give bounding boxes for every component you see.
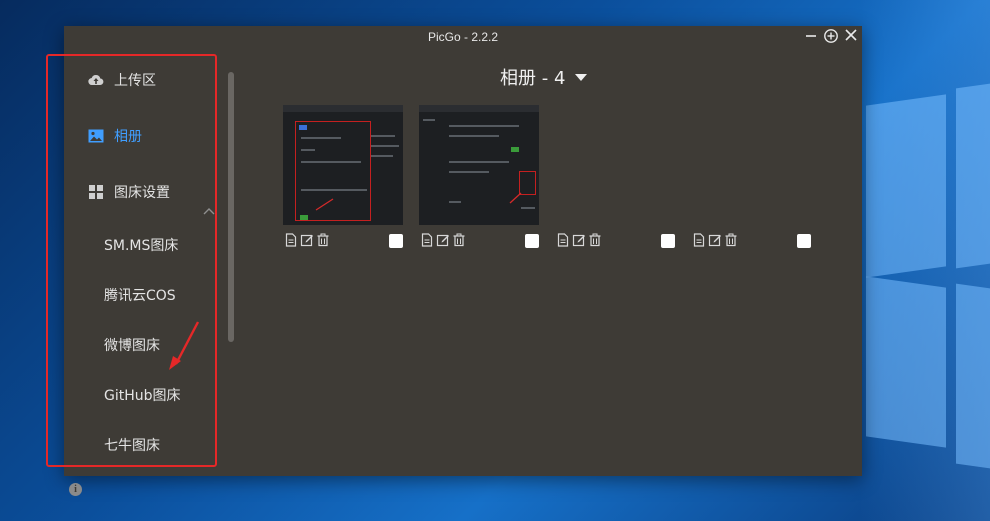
thumb-titlebar bbox=[419, 105, 539, 112]
item-checkbox[interactable] bbox=[797, 234, 811, 248]
info-icon[interactable]: i bbox=[69, 483, 82, 496]
item-checkbox[interactable] bbox=[661, 234, 675, 248]
thumb-line bbox=[449, 171, 489, 173]
thumb-badge bbox=[300, 215, 308, 220]
sidebar-item-label: 上传区 bbox=[114, 73, 156, 89]
sidebar-subitem-tencent-cos[interactable]: 腾讯云COS bbox=[104, 285, 176, 305]
grid-icon bbox=[88, 184, 104, 200]
thumb-line bbox=[301, 161, 361, 163]
sidebar-item-picbed-settings[interactable]: 图床设置 bbox=[88, 182, 170, 202]
desktop-logo-pane bbox=[866, 276, 946, 448]
item-actions bbox=[692, 233, 738, 247]
item-actions bbox=[420, 233, 466, 247]
document-icon[interactable] bbox=[420, 233, 434, 247]
item-actions bbox=[556, 233, 602, 247]
thumb-line bbox=[301, 149, 315, 151]
gallery-thumbnail[interactable] bbox=[419, 105, 539, 225]
desktop-logo-pane bbox=[956, 283, 990, 469]
maximize-button[interactable] bbox=[822, 28, 840, 46]
minimize-icon bbox=[806, 35, 816, 37]
thumb-titlebar bbox=[283, 105, 403, 112]
minimize-button[interactable] bbox=[802, 28, 820, 46]
close-icon bbox=[845, 29, 857, 41]
sidebar-subitem-qiniu[interactable]: 七牛图床 bbox=[104, 435, 160, 455]
plus-circle-icon bbox=[824, 29, 838, 43]
picgo-window: PicGo - 2.2.2 上传区 相册 图床设置 SM.MS图床 腾讯云COS… bbox=[64, 26, 862, 496]
sidebar-subitem-github[interactable]: GitHub图床 bbox=[104, 385, 181, 405]
sidebar-subitem-smms[interactable]: SM.MS图床 bbox=[104, 235, 178, 255]
thumb-arrow bbox=[509, 192, 522, 204]
caret-down-icon bbox=[575, 73, 588, 81]
sidebar: 上传区 相册 图床设置 SM.MS图床 腾讯云COS 微博图床 GitHub图床… bbox=[64, 50, 234, 496]
image-icon bbox=[88, 128, 104, 144]
trash-icon[interactable] bbox=[588, 233, 602, 247]
gallery-thumbnail[interactable] bbox=[283, 105, 403, 225]
annotation-arrow bbox=[169, 321, 200, 370]
window-title: PicGo - 2.2.2 bbox=[427, 30, 499, 44]
edit-icon[interactable] bbox=[436, 233, 450, 247]
thumb-line bbox=[423, 119, 435, 121]
item-actions bbox=[284, 233, 330, 247]
chevron-up-icon[interactable] bbox=[203, 207, 215, 215]
item-checkbox[interactable] bbox=[525, 234, 539, 248]
trash-icon[interactable] bbox=[724, 233, 738, 247]
thumb-line bbox=[371, 135, 395, 137]
sidebar-scrollbar[interactable] bbox=[228, 72, 234, 342]
document-icon[interactable] bbox=[284, 233, 298, 247]
sidebar-item-album[interactable]: 相册 bbox=[88, 126, 142, 146]
item-checkbox[interactable] bbox=[389, 234, 403, 248]
edit-icon[interactable] bbox=[572, 233, 586, 247]
cloud-upload-icon bbox=[88, 72, 104, 88]
title-bar[interactable]: PicGo - 2.2.2 bbox=[64, 26, 862, 50]
thumb-badge bbox=[299, 125, 307, 130]
edit-icon[interactable] bbox=[300, 233, 314, 247]
thumb-line bbox=[449, 201, 461, 203]
thumb-line bbox=[449, 161, 509, 163]
document-icon[interactable] bbox=[692, 233, 706, 247]
album-title: 相册 - 4 bbox=[500, 68, 566, 89]
thumb-line bbox=[301, 189, 367, 191]
trash-icon[interactable] bbox=[452, 233, 466, 247]
thumb-line bbox=[301, 137, 341, 139]
thumb-line bbox=[449, 125, 519, 127]
thumb-line bbox=[371, 155, 393, 157]
thumb-line bbox=[371, 145, 399, 147]
desktop-logo-pane bbox=[956, 83, 990, 269]
album-title-dropdown[interactable]: 相册 - 4 bbox=[500, 64, 588, 90]
thumb-line bbox=[449, 135, 499, 137]
sidebar-item-label: 相册 bbox=[114, 129, 142, 145]
thumb-arrow bbox=[315, 198, 334, 211]
trash-icon[interactable] bbox=[316, 233, 330, 247]
close-button[interactable] bbox=[842, 28, 860, 46]
document-icon[interactable] bbox=[556, 233, 570, 247]
sidebar-item-upload[interactable]: 上传区 bbox=[88, 70, 156, 90]
thumb-badge bbox=[511, 147, 519, 152]
desktop-logo-pane bbox=[866, 94, 946, 278]
sidebar-subitem-weibo[interactable]: 微博图床 bbox=[104, 335, 160, 355]
edit-icon[interactable] bbox=[708, 233, 722, 247]
thumb-line bbox=[521, 207, 535, 209]
sidebar-item-label: 图床设置 bbox=[114, 185, 170, 201]
